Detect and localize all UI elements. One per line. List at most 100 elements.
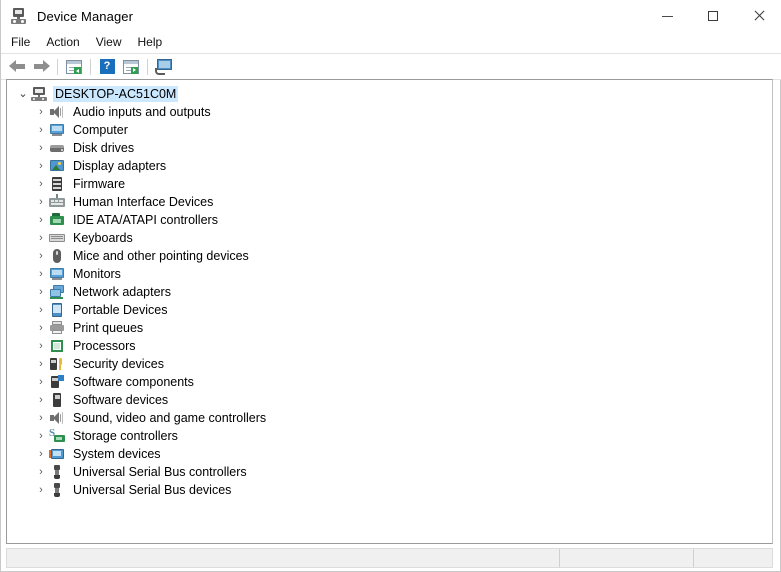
maximize-icon [708,11,718,21]
chevron-right-icon[interactable]: › [33,265,49,283]
chevron-right-icon[interactable]: › [33,427,49,445]
usb-icon [49,482,65,498]
tree-item-computer[interactable]: › Computer [7,121,772,139]
tree-item-label: System devices [73,447,161,461]
device-tree-pane[interactable]: ⌄ DESKTOP-AC51C0M › Audio inputs and out… [6,79,773,544]
help-button[interactable]: ? [95,55,119,78]
tree-item-human-interface-devices[interactable]: › Human Interface Devices [7,193,772,211]
tree-item-label: Print queues [73,321,144,335]
forward-arrow-icon [33,60,50,73]
help-question-icon: ? [99,59,115,74]
chevron-right-icon[interactable]: › [33,121,49,139]
tree-item-network-adapters[interactable]: › Network adapters [7,283,772,301]
device-tree: ⌄ DESKTOP-AC51C0M › Audio inputs and out… [7,80,772,499]
tree-item-universal-serial-bus-controllers[interactable]: › Universal Serial Bus controllers [7,463,772,481]
tree-item-label: Software components [73,375,194,389]
scan-for-hardware-changes-button[interactable] [152,55,176,78]
chevron-right-icon[interactable]: › [33,301,49,319]
tree-item-sound-video-and-game-controllers[interactable]: › Sound, video and game controllers [7,409,772,427]
device-manager-icon [10,7,28,25]
tree-item-label: Universal Serial Bus devices [73,483,232,497]
software-component-icon [49,374,65,390]
window-controls [644,0,781,32]
disk-drive-icon [49,140,65,156]
chevron-down-icon[interactable]: ⌄ [15,85,31,103]
chevron-right-icon[interactable]: › [33,481,49,499]
chevron-right-icon[interactable]: › [33,283,49,301]
toolbar-separator-1 [57,58,58,75]
tree-item-label: Firmware [73,177,126,191]
tree-item-keyboards[interactable]: › Keyboards [7,229,772,247]
processor-icon [49,338,65,354]
usb-icon [49,464,65,480]
tree-item-monitors[interactable]: › Monitors [7,265,772,283]
chevron-right-icon[interactable]: › [33,103,49,121]
status-pane-2 [560,549,694,567]
window-title: Device Manager [37,8,134,24]
chevron-right-icon[interactable]: › [33,409,49,427]
tree-item-label: Storage controllers [73,429,178,443]
tree-item-system-devices[interactable]: › System devices [7,445,772,463]
chevron-right-icon[interactable]: › [33,175,49,193]
tree-item-label: Portable Devices [73,303,168,317]
tree-item-label: Sound, video and game controllers [73,411,267,425]
chevron-right-icon[interactable]: › [33,391,49,409]
minimize-icon [661,15,673,17]
chevron-right-icon[interactable]: › [33,247,49,265]
tree-item-audio-inputs-and-outputs[interactable]: › Audio inputs and outputs [7,103,772,121]
close-button[interactable] [736,0,781,32]
toolbar-separator-2 [90,58,91,75]
chevron-right-icon[interactable]: › [33,445,49,463]
forward-button[interactable] [29,55,53,78]
menu-bar: File Action View Help [1,32,781,53]
chevron-right-icon[interactable]: › [33,463,49,481]
chevron-right-icon[interactable]: › [33,355,49,373]
speaker-icon [49,104,65,120]
tree-item-software-devices[interactable]: › Software devices [7,391,772,409]
tree-item-firmware[interactable]: › Firmware [7,175,772,193]
back-button[interactable] [5,55,29,78]
console-tree-icon [66,59,82,74]
chevron-right-icon[interactable]: › [33,139,49,157]
chevron-right-icon[interactable]: › [33,193,49,211]
network-adapter-icon [49,284,65,300]
toolbar: ? [1,53,781,80]
tree-item-security-devices[interactable]: › Security devices [7,355,772,373]
toolbar-separator-3 [147,58,148,75]
tree-item-universal-serial-bus-devices[interactable]: › Universal Serial Bus devices [7,481,772,499]
properties-button[interactable] [119,55,143,78]
tree-item-label: Computer [73,123,128,137]
tree-item-software-components[interactable]: › Software components [7,373,772,391]
show-hide-console-tree-button[interactable] [62,55,86,78]
tree-item-ide-ata-atapi-controllers[interactable]: › IDE ATA/ATAPI controllers [7,211,772,229]
chevron-right-icon[interactable]: › [33,157,49,175]
monitor-icon [49,266,65,282]
chevron-right-icon[interactable]: › [33,337,49,355]
tree-item-label: Human Interface Devices [73,195,214,209]
tree-item-display-adapters[interactable]: › Display adapters [7,157,772,175]
tree-root-node[interactable]: ⌄ DESKTOP-AC51C0M [7,85,772,103]
menu-help[interactable]: Help [130,33,171,52]
ide-controller-icon [49,212,65,228]
menu-file[interactable]: File [3,33,38,52]
tree-item-processors[interactable]: › Processors [7,337,772,355]
firmware-chip-icon [49,176,65,192]
chevron-right-icon[interactable]: › [33,211,49,229]
tree-item-print-queues[interactable]: › Print queues [7,319,772,337]
tree-item-disk-drives[interactable]: › Disk drives [7,139,772,157]
keyboard-icon [49,230,65,246]
tree-item-label: Mice and other pointing devices [73,249,249,263]
tree-item-storage-controllers[interactable]: › S Storage controllers [7,427,772,445]
tree-item-mice-and-other-pointing-devices[interactable]: › Mice and other pointing devices [7,247,772,265]
menu-view[interactable]: View [88,33,130,52]
chevron-right-icon[interactable]: › [33,373,49,391]
menu-action[interactable]: Action [38,33,87,52]
minimize-button[interactable] [644,0,690,32]
status-pane-1 [7,549,560,567]
tree-item-portable-devices[interactable]: › Portable Devices [7,301,772,319]
maximize-button[interactable] [690,0,736,32]
chevron-right-icon[interactable]: › [33,229,49,247]
properties-panel-icon [123,59,139,74]
chevron-right-icon[interactable]: › [33,319,49,337]
tree-item-label: Keyboards [73,231,133,245]
